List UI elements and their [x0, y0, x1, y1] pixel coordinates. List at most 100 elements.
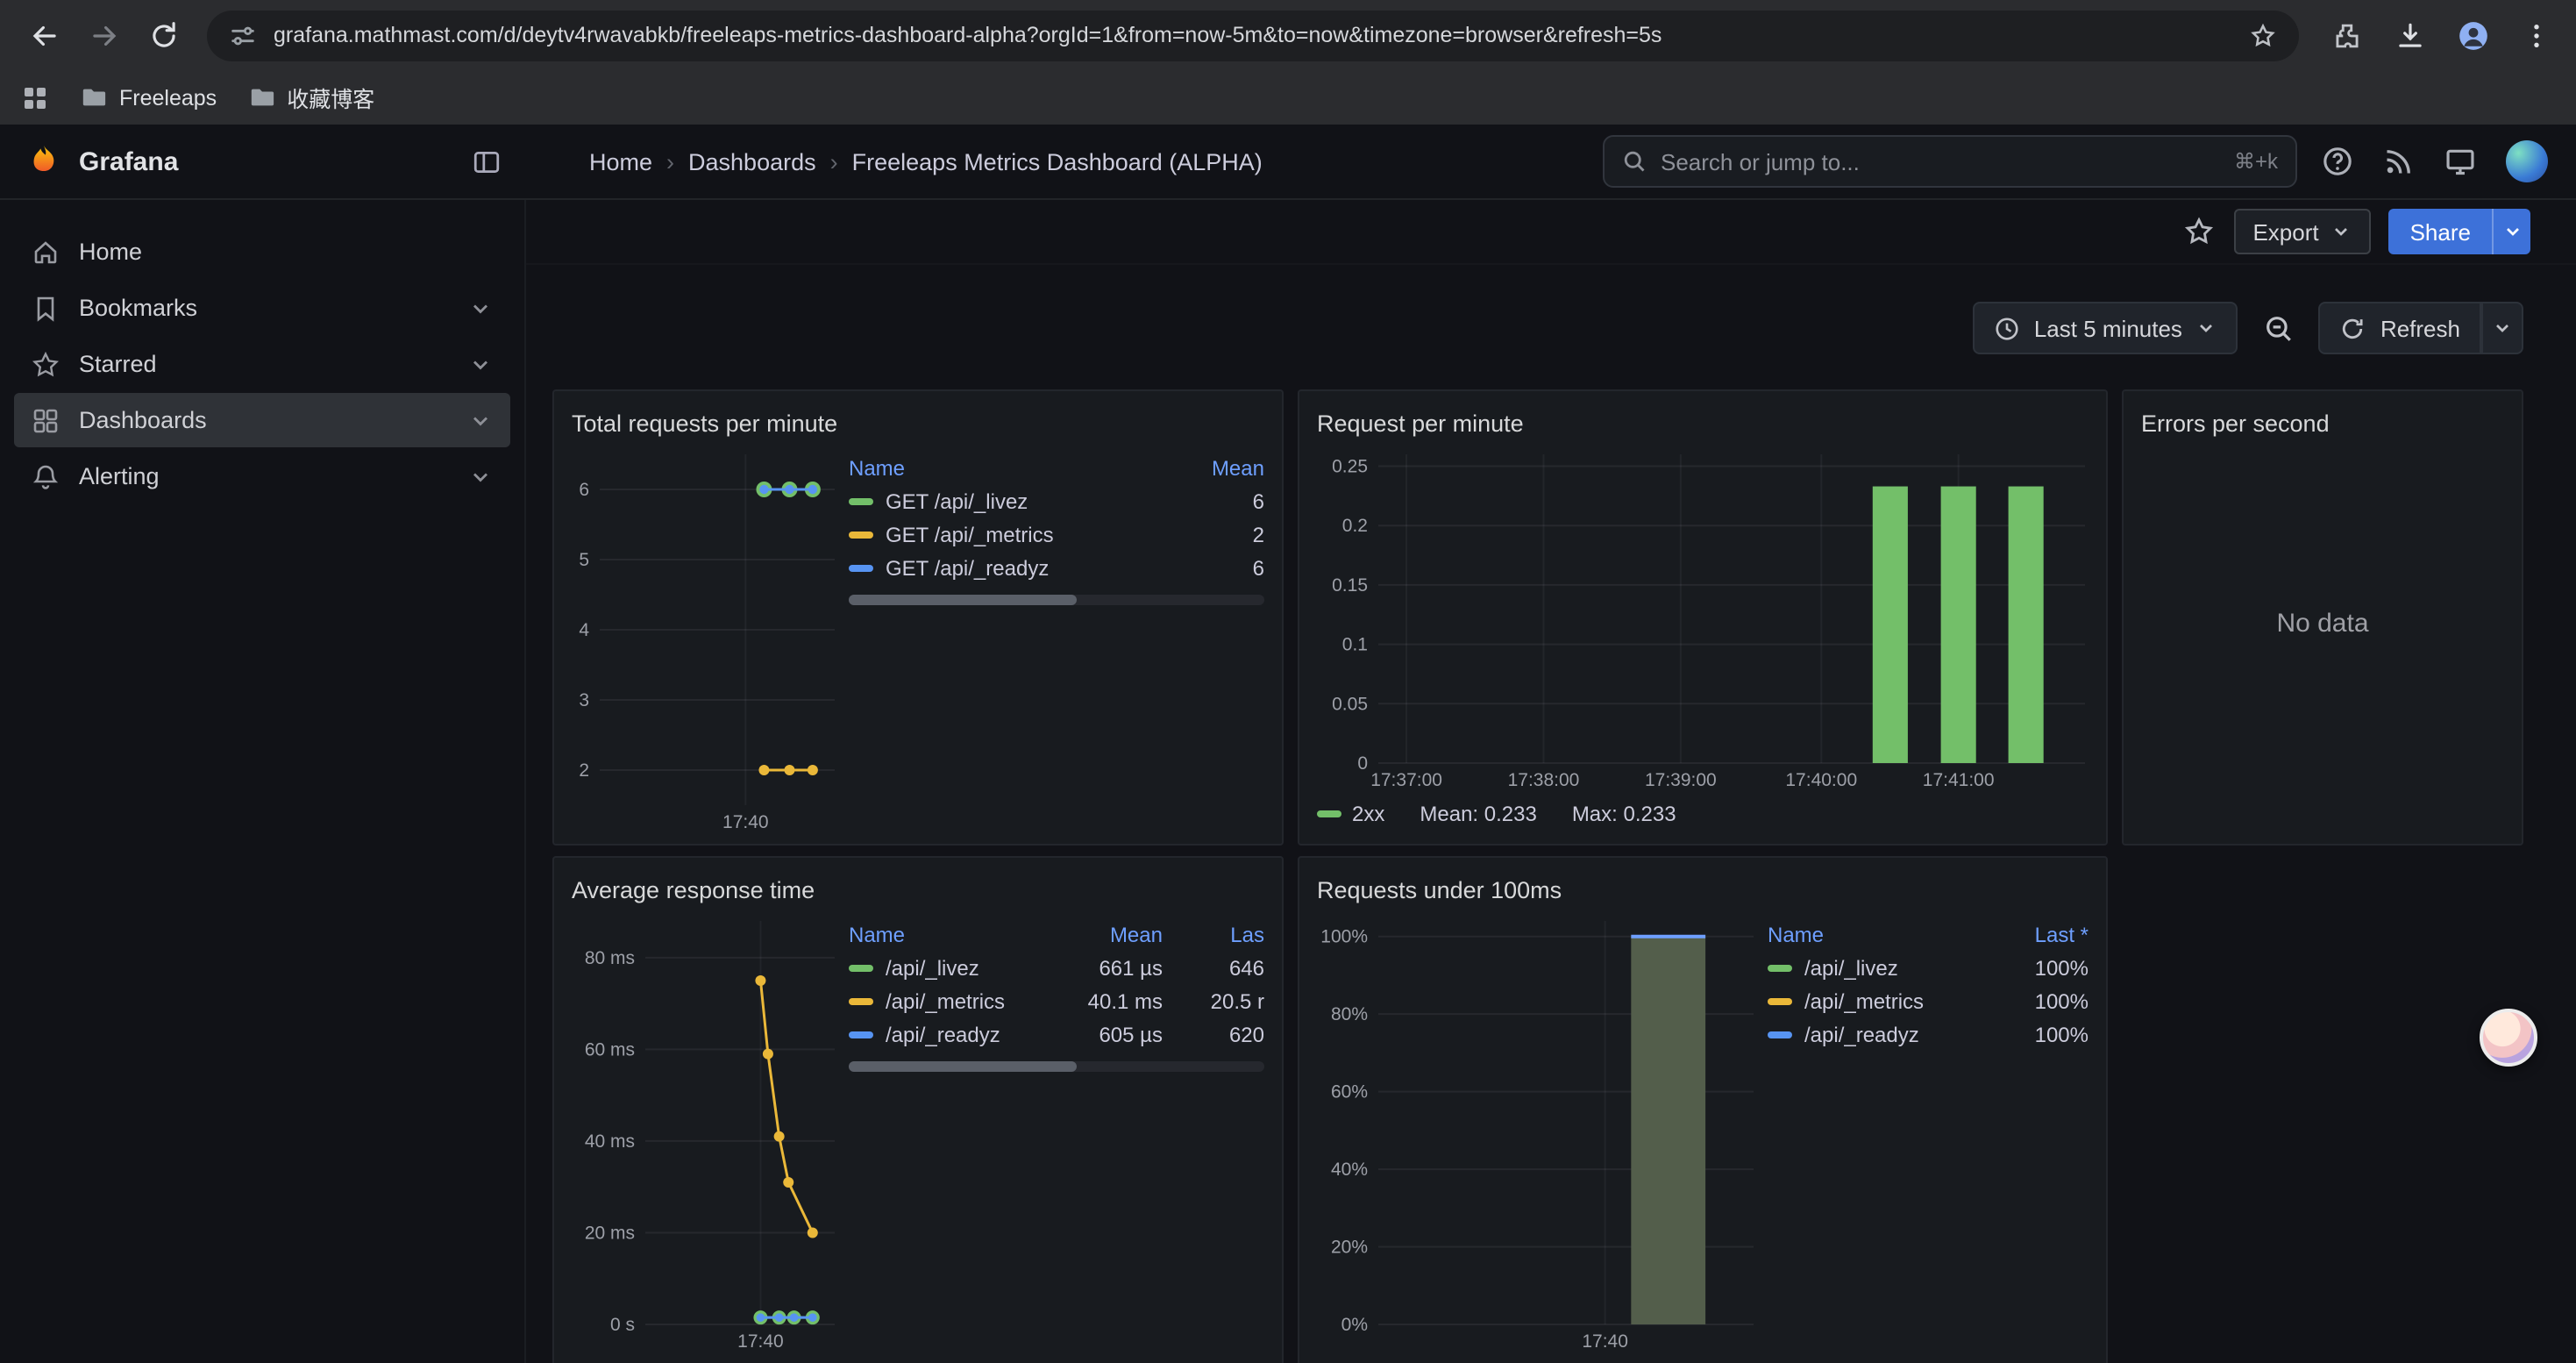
- export-button[interactable]: Export: [2233, 209, 2371, 254]
- legend-header: NameMean: [849, 451, 1264, 484]
- total-requests-chart[interactable]: 6543217:40: [572, 447, 838, 833]
- chevron-down-icon[interactable]: [468, 352, 493, 376]
- legend-scrollbar[interactable]: [849, 595, 1264, 605]
- series-max: Max: 0.233: [1572, 802, 1676, 826]
- floating-assistant-avatar[interactable]: [2480, 1009, 2537, 1067]
- monitor-icon[interactable]: [2444, 146, 2476, 177]
- legend-row[interactable]: /api/_livez661 µs646: [849, 951, 1264, 984]
- breadcrumb-item[interactable]: Freeleaps Metrics Dashboard (ALPHA): [852, 148, 1263, 175]
- favorite-star-icon[interactable]: [2181, 214, 2216, 249]
- sidebar-item-label: Home: [79, 239, 142, 265]
- time-range-picker[interactable]: Last 5 minutes: [1973, 302, 2238, 354]
- search-input[interactable]: Search or jump to... ⌘+k: [1603, 135, 2297, 188]
- series-name: 2xx: [1352, 802, 1384, 826]
- chevron-down-icon: [2331, 221, 2352, 242]
- breadcrumb-item[interactable]: Dashboards: [688, 148, 816, 175]
- panel-title[interactable]: Requests under 100ms: [1317, 868, 2089, 910]
- screen: grafana.mathmast.com/d/deytv4rwavabkb/fr…: [0, 0, 2576, 1363]
- svg-text:17:40: 17:40: [722, 812, 769, 832]
- chevron-down-icon[interactable]: [468, 464, 493, 489]
- requests-per-minute-legend[interactable]: 2xx Mean: 0.233 Max: 0.233: [1317, 795, 2089, 833]
- legend-header: NameLast *: [1768, 917, 2089, 951]
- panel-title[interactable]: Total requests per minute: [572, 402, 1264, 444]
- sidebar-item-alerting[interactable]: Alerting: [14, 449, 510, 503]
- bookmark-icon: [32, 294, 60, 322]
- extensions-icon[interactable]: [2323, 12, 2369, 58]
- panel-errors-per-second: Errors per second No data: [2122, 389, 2523, 846]
- legend-row[interactable]: GET /api/_metrics2: [849, 517, 1264, 551]
- legend-row[interactable]: /api/_readyz100%: [1768, 1017, 2089, 1051]
- url-bar[interactable]: grafana.mathmast.com/d/deytv4rwavabkb/fr…: [207, 10, 2299, 61]
- time-range-label: Last 5 minutes: [2034, 315, 2182, 341]
- legend-row[interactable]: /api/_readyz605 µs620: [849, 1017, 1264, 1051]
- chevron-down-icon[interactable]: [468, 408, 493, 432]
- folder-icon: [248, 84, 274, 111]
- legend-row[interactable]: /api/_metrics100%: [1768, 984, 2089, 1017]
- clock-icon: [1994, 315, 2020, 341]
- grafana-header: Grafana Home›Dashboards›Freeleaps Metric…: [0, 125, 2576, 200]
- legend-header: NameMeanLas: [849, 917, 1264, 951]
- svg-text:2: 2: [579, 760, 589, 781]
- breadcrumb-item[interactable]: Home: [589, 148, 652, 175]
- panel-title[interactable]: Errors per second: [2141, 402, 2504, 444]
- svg-text:0.05: 0.05: [1332, 694, 1368, 714]
- requests-per-minute-chart[interactable]: 0.250.20.150.10.05017:37:0017:38:0017:39…: [1317, 447, 2089, 791]
- user-avatar[interactable]: [2506, 140, 2548, 182]
- requests-under-100ms-chart[interactable]: 100%80%60%40%20%0%17:40: [1317, 914, 1757, 1352]
- sidebar-item-label: Bookmarks: [79, 295, 197, 321]
- sidebar-item-dashboards[interactable]: Dashboards: [14, 393, 510, 447]
- sidebar-item-label: Starred: [79, 351, 157, 377]
- panel-title[interactable]: Average response time: [572, 868, 1264, 910]
- forward-icon[interactable]: [77, 9, 130, 61]
- apps-grid-icon[interactable]: [21, 83, 49, 111]
- bookmark-folder-blogs[interactable]: 收藏博客: [248, 81, 374, 114]
- svg-text:17:37:00: 17:37:00: [1370, 770, 1442, 790]
- legend-scrollbar[interactable]: [849, 1061, 1264, 1072]
- sidebar-item-starred[interactable]: Starred: [14, 337, 510, 391]
- sidebar-item-label: Dashboards: [79, 407, 207, 433]
- svg-text:40 ms: 40 ms: [585, 1131, 635, 1152]
- breadcrumb: Home›Dashboards›Freeleaps Metrics Dashbo…: [589, 148, 1263, 175]
- share-button[interactable]: Share: [2389, 209, 2492, 254]
- legend-row[interactable]: GET /api/_livez6: [849, 484, 1264, 517]
- sidebar-item-bookmarks[interactable]: Bookmarks: [14, 281, 510, 335]
- average-response-time-chart[interactable]: 80 ms60 ms40 ms20 ms0 s17:40: [572, 914, 838, 1352]
- refresh-button[interactable]: Refresh: [2319, 302, 2481, 354]
- chevron-down-icon: [2196, 318, 2217, 339]
- legend-row[interactable]: /api/_livez100%: [1768, 951, 2089, 984]
- refresh-interval-dropdown[interactable]: [2481, 302, 2523, 354]
- bell-icon: [32, 462, 60, 490]
- share-dropdown-button[interactable]: [2492, 209, 2530, 254]
- svg-text:0.1: 0.1: [1342, 635, 1368, 655]
- requests-under-100ms-legend: NameLast */api/_livez100%/api/_metrics10…: [1768, 914, 2089, 1352]
- bookmark-star-icon[interactable]: [2248, 20, 2278, 50]
- zoom-out-icon[interactable]: [2252, 302, 2305, 354]
- legend-row[interactable]: GET /api/_readyz6: [849, 551, 1264, 584]
- bookmark-folder-freeleaps[interactable]: Freeleaps: [81, 84, 217, 111]
- dashboard-main: Export Share Last 5 minutes: [526, 200, 2576, 1363]
- back-icon[interactable]: [18, 9, 70, 61]
- panel-title[interactable]: Request per minute: [1317, 402, 2089, 444]
- panel-total-requests: Total requests per minute 6543217:40 Nam…: [552, 389, 1284, 846]
- star-icon: [32, 350, 60, 378]
- legend-row[interactable]: /api/_metrics40.1 ms20.5 r: [849, 984, 1264, 1017]
- profile-avatar-icon[interactable]: [2450, 12, 2495, 58]
- search-placeholder: Search or jump to...: [1661, 148, 1860, 175]
- menu-kebab-icon[interactable]: [2513, 12, 2558, 58]
- search-shortcut: ⌘+k: [2234, 149, 2278, 174]
- url-text[interactable]: grafana.mathmast.com/d/deytv4rwavabkb/fr…: [274, 23, 2232, 47]
- news-rss-icon[interactable]: [2383, 146, 2415, 177]
- svg-text:80 ms: 80 ms: [585, 948, 635, 968]
- chevron-down-icon[interactable]: [468, 296, 493, 320]
- nav-sidebar: Home Bookmarks Starred Dashboards Alerting: [0, 200, 526, 1363]
- reload-icon[interactable]: [137, 9, 189, 61]
- site-info-icon[interactable]: [228, 20, 258, 50]
- collapse-sidebar-icon[interactable]: [472, 146, 502, 176]
- help-icon[interactable]: [2322, 146, 2353, 177]
- download-icon[interactable]: [2387, 12, 2432, 58]
- svg-text:0 s: 0 s: [610, 1315, 635, 1335]
- series-mean: Mean: 0.233: [1420, 802, 1536, 826]
- svg-text:0%: 0%: [1341, 1315, 1368, 1335]
- sidebar-item-home[interactable]: Home: [14, 225, 510, 279]
- grafana-logo[interactable]: [25, 142, 63, 181]
